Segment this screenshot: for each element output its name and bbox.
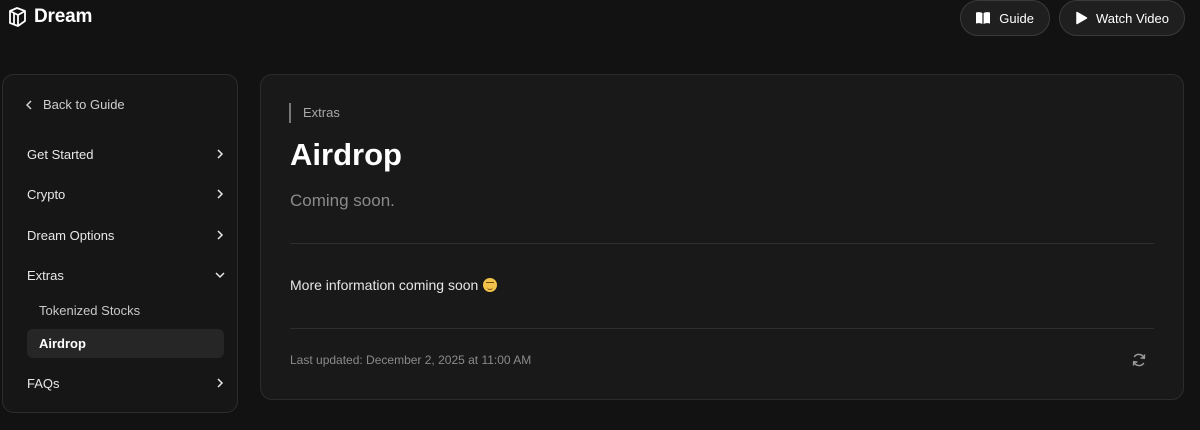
refresh-icon[interactable] [1131, 352, 1147, 368]
sidebar-item-faqs[interactable]: FAQs [27, 372, 225, 394]
play-icon [1076, 11, 1088, 25]
sidebar-subitem-label: Tokenized Stocks [39, 303, 141, 318]
divider [290, 243, 1154, 244]
sidebar-item-label: Get Started [27, 146, 94, 162]
sidebar-subitem-label: Airdrop [39, 336, 86, 351]
page-title: Airdrop [290, 137, 402, 172]
sidebar-item-dream-options[interactable]: Dream Options [27, 224, 225, 246]
watch-video-label: Watch Video [1096, 10, 1169, 26]
book-icon [976, 12, 991, 24]
body-text: More information coming soon [290, 277, 479, 293]
sidebar-item-label: Extras [27, 267, 64, 283]
divider [290, 328, 1154, 329]
guide-button[interactable]: Guide [960, 0, 1050, 36]
back-to-guide-label: Back to Guide [43, 97, 125, 112]
breadcrumb: Extras [289, 103, 340, 123]
sidebar-item-label: FAQs [27, 375, 60, 391]
brand[interactable]: Dream [6, 6, 92, 28]
last-updated: Last updated: December 2, 2025 at 11:00 … [290, 353, 532, 367]
sidebar-item-crypto[interactable]: Crypto [27, 183, 225, 205]
content-panel: Extras Airdrop Coming soon. More informa… [260, 74, 1184, 400]
back-to-guide-link[interactable]: Back to Guide [25, 97, 125, 112]
smirk-emoji-icon [483, 278, 498, 292]
chevron-left-icon [25, 99, 32, 110]
sidebar-item-extras[interactable]: Extras [27, 264, 225, 286]
body-paragraph: More information coming soon [290, 277, 498, 293]
top-bar: Dream Guide Watch Video [0, 0, 1200, 38]
sidebar-item-label: Crypto [27, 186, 66, 202]
chevron-right-icon [217, 378, 224, 388]
sidebar-item-get-started[interactable]: Get Started [27, 143, 225, 165]
sidebar: Back to Guide Get Started Crypto Dream O… [2, 74, 238, 413]
chevron-right-icon [217, 189, 224, 199]
sidebar-subitem-airdrop[interactable]: Airdrop [27, 329, 224, 358]
chevron-right-icon [217, 230, 224, 240]
watch-video-button[interactable]: Watch Video [1059, 0, 1185, 36]
cube-logo-icon [9, 7, 26, 27]
brand-name: Dream [34, 6, 93, 27]
chevron-right-icon [217, 149, 224, 159]
page-subtitle: Coming soon. [290, 191, 395, 210]
sidebar-item-label: Dream Options [27, 227, 115, 243]
guide-button-label: Guide [999, 10, 1034, 26]
sidebar-subitem-tokenized-stocks[interactable]: Tokenized Stocks [27, 296, 224, 325]
chevron-down-icon [215, 272, 225, 279]
